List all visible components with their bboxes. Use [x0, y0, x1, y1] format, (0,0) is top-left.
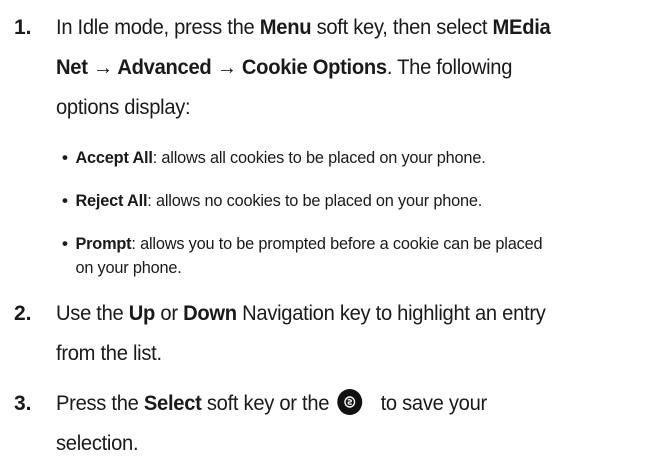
step-text: In Idle mode, press the Menu soft key, t… [56, 8, 632, 128]
select-key-icon [336, 389, 362, 415]
step-number: 1. [14, 16, 32, 39]
text: from the list. [56, 342, 162, 365]
menu-path: Net → Advanced → Cookie Options [56, 56, 387, 79]
text: or [155, 302, 184, 325]
text: In Idle mode, press the [56, 16, 260, 39]
step-number: 2. [14, 302, 32, 325]
text: Navigation key to highlight an entry [236, 302, 546, 325]
down-key-label: Down [183, 302, 237, 325]
option-label: Accept All [75, 148, 153, 167]
menu-key-label: Menu [259, 16, 312, 39]
text-line: options display: [56, 88, 632, 128]
step-number: 3. [14, 392, 32, 415]
menu-path: MEdia [492, 16, 551, 39]
text: soft key, then select [311, 16, 493, 39]
text: Press the [56, 392, 144, 415]
text-line: Press the Select soft key or the to save… [56, 384, 632, 424]
up-key-label: Up [128, 302, 156, 325]
text: to save your [375, 392, 488, 415]
text: Use the [56, 302, 129, 325]
manual-page: 1. In Idle mode, press the Menu soft key… [0, 0, 668, 466]
text-line: Net → Advanced → Cookie Options. The fol… [56, 48, 632, 88]
text: selection. [56, 432, 139, 455]
text: . The following [386, 56, 513, 79]
option-label: Reject All [75, 191, 148, 210]
step-text: Press the Select soft key or the to save… [56, 384, 632, 464]
step-text: Use the Up or Down Navigation key to hig… [56, 294, 632, 374]
option-desc: on your phone. [75, 258, 182, 277]
list-item: • Prompt: allows you to be prompted befo… [62, 232, 662, 280]
text-line: In Idle mode, press the Menu soft key, t… [56, 8, 632, 48]
option-desc: : allows no cookies to be placed on your… [147, 191, 483, 210]
text: options display: [56, 96, 191, 119]
option-label: Prompt [75, 234, 132, 253]
text-line: Use the Up or Down Navigation key to hig… [56, 294, 632, 334]
text: soft key or the [201, 392, 330, 415]
list-item: • Reject All: allows no cookies to be pl… [62, 189, 662, 213]
option-desc: : allows all cookies to be placed on you… [152, 148, 486, 167]
list-item: • Accept All: allows all cookies to be p… [62, 146, 662, 170]
text-line: from the list. [56, 334, 632, 374]
option-desc: : allows you to be prompted before a coo… [131, 234, 543, 253]
select-key-label: Select [143, 392, 202, 415]
text-line: selection. [56, 424, 632, 464]
